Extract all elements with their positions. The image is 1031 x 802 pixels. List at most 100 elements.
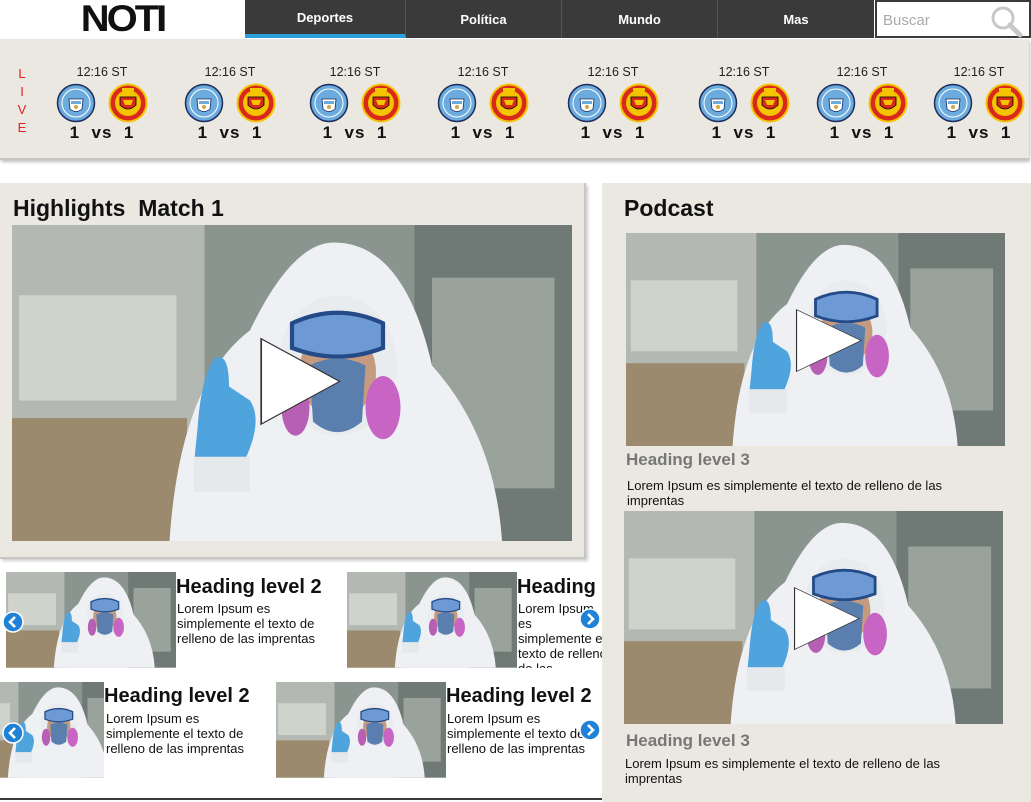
live-letter: I	[20, 84, 24, 99]
card-text: Lorem Ipsum es simplemente el texto de r…	[447, 711, 586, 756]
card-heading: Heading level 2	[176, 576, 322, 598]
away-goals: 1	[634, 123, 646, 142]
nav-item-mundo[interactable]: Mundo	[562, 0, 718, 38]
live-match[interactable]: 12:16 ST 1 vs 1	[812, 63, 912, 143]
home-goals: 1	[450, 123, 462, 142]
away-goals: 1	[251, 123, 263, 142]
match-score: 1 vs 1	[563, 123, 663, 143]
manchester-united-crest-icon	[868, 83, 908, 123]
live-match[interactable]: 12:16 ST 1 vs 1	[52, 63, 152, 143]
nav-item-politica[interactable]: Política	[406, 0, 562, 38]
live-match[interactable]: 12:16 ST 1 vs 1	[694, 63, 794, 143]
home-goals: 1	[829, 123, 841, 142]
away-goals: 1	[123, 123, 135, 142]
match-time: 12:16 ST	[953, 65, 1005, 79]
match-score: 1 vs 1	[694, 123, 794, 143]
match-time: 12:16 ST	[329, 65, 381, 79]
match-time: 12:16 ST	[204, 65, 256, 79]
vs-label: vs	[602, 123, 624, 142]
photo-image	[624, 511, 1003, 724]
manchester-city-crest-icon	[698, 83, 738, 123]
card-heading: Heading level 2	[446, 685, 592, 707]
nav-item-deportes[interactable]: Deportes	[245, 0, 406, 38]
live-letter: L	[18, 66, 26, 81]
live-match[interactable]: 12:16 ST 1 vs 1	[180, 63, 280, 143]
photo-image	[347, 572, 517, 668]
podcast-heading: Heading level 3	[626, 731, 750, 750]
manchester-city-crest-icon	[567, 83, 607, 123]
vs-label: vs	[344, 123, 366, 142]
arrow-right-icon[interactable]	[579, 608, 601, 630]
home-goals: 1	[946, 123, 958, 142]
arrow-left-icon[interactable]	[2, 611, 24, 633]
card-text: Lorem Ipsum es simplemente el texto de r…	[106, 711, 245, 756]
news-card[interactable]: Heading level 2 Lorem Ipsum es simplemen…	[276, 682, 602, 778]
divider	[0, 798, 602, 800]
podcast-video[interactable]	[626, 233, 1005, 446]
logo[interactable]: NOTI	[0, 0, 245, 39]
news-card[interactable]: Heading level 2 Lorem Ipsum es simplemen…	[6, 572, 342, 668]
live-label: L I V E	[16, 65, 28, 137]
away-goals: 1	[1000, 123, 1012, 142]
vs-label: vs	[219, 123, 241, 142]
match-score: 1 vs 1	[305, 123, 405, 143]
live-match[interactable]: 12:16 ST 1 vs 1	[563, 63, 663, 143]
live-scores-bar: L I V E 12:16 ST 1 vs 1 12:16 ST 1 vs 1 12:1…	[0, 39, 1029, 160]
vs-label: vs	[851, 123, 873, 142]
match-score: 1 vs 1	[433, 123, 533, 143]
news-card[interactable]: Heading Lorem Ipsum es simplemente el te…	[347, 572, 602, 668]
card-thumbnail	[6, 572, 176, 668]
live-letter: V	[17, 102, 27, 117]
vs-label: vs	[91, 123, 113, 142]
home-goals: 1	[580, 123, 592, 142]
arrow-left-icon[interactable]	[2, 722, 24, 744]
manchester-city-crest-icon	[56, 83, 96, 123]
podcast-text: Lorem Ipsum es simplemente el texto de r…	[627, 478, 943, 508]
away-goals: 1	[376, 123, 388, 142]
podcast-text: Lorem Ipsum es simplemente el texto de r…	[625, 756, 941, 786]
news-card[interactable]: Heading level 2 Lorem Ipsum es simplemen…	[0, 682, 274, 778]
home-goals: 1	[197, 123, 209, 142]
photo-image	[12, 225, 572, 541]
manchester-city-crest-icon	[437, 83, 477, 123]
match-score: 1 vs 1	[812, 123, 912, 143]
match-score: 1 vs 1	[929, 123, 1029, 143]
live-match[interactable]: 12:16 ST 1 vs 1	[433, 63, 533, 143]
podcast-title: Podcast	[624, 195, 714, 221]
search-input[interactable]	[883, 10, 991, 30]
card-text: Lorem Ipsum es simplemente el texto de r…	[177, 601, 316, 646]
magnifier-icon[interactable]	[989, 4, 1023, 38]
highlights-video[interactable]	[12, 225, 572, 541]
card-heading: Heading	[517, 576, 596, 598]
home-goals: 1	[322, 123, 334, 142]
live-letter: E	[17, 120, 27, 135]
match-score: 1 vs 1	[180, 123, 280, 143]
video-thumbnail	[12, 225, 572, 541]
vs-label: vs	[733, 123, 755, 142]
podcast-video[interactable]	[624, 511, 1003, 724]
highlights-panel: Highlights Match 1	[0, 183, 586, 559]
page: NOTI Deportes Política Mundo Mas L I V E…	[0, 0, 1031, 802]
manchester-united-crest-icon	[750, 83, 790, 123]
live-match[interactable]: 12:16 ST 1 vs 1	[305, 63, 405, 143]
home-goals: 1	[69, 123, 81, 142]
home-goals: 1	[711, 123, 723, 142]
manchester-city-crest-icon	[933, 83, 973, 123]
away-goals: 1	[765, 123, 777, 142]
manchester-united-crest-icon	[108, 83, 148, 123]
manchester-united-crest-icon	[985, 83, 1025, 123]
live-match[interactable]: 12:16 ST 1 vs 1	[929, 63, 1029, 143]
photo-image	[276, 682, 446, 778]
arrow-right-icon[interactable]	[579, 719, 601, 741]
podcast-panel: Podcast Heading level 3 Lorem Ipsum es s…	[602, 183, 1031, 802]
match-time: 12:16 ST	[76, 65, 128, 79]
manchester-city-crest-icon	[309, 83, 349, 123]
photo-image	[6, 572, 176, 668]
search-box	[875, 0, 1031, 38]
nav-item-mas[interactable]: Mas	[718, 0, 874, 38]
main-nav: Deportes Política Mundo Mas	[245, 0, 874, 38]
card-heading: Heading level 2	[104, 685, 250, 707]
away-goals: 1	[504, 123, 516, 142]
vs-label: vs	[968, 123, 990, 142]
match-time: 12:16 ST	[718, 65, 770, 79]
